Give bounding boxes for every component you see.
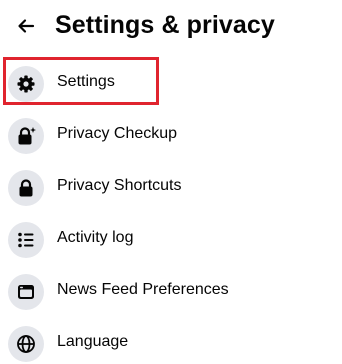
menu-item-label: News Feed Preferences xyxy=(57,281,229,298)
header: Settings & privacy xyxy=(0,0,342,52)
globe-icon xyxy=(8,326,44,362)
gear-icon xyxy=(8,66,44,102)
menu-item-label: Settings xyxy=(57,73,115,90)
menu-item-language[interactable]: Language xyxy=(0,316,342,364)
feed-icon xyxy=(8,274,44,310)
page-title: Settings & privacy xyxy=(55,11,275,39)
menu-item-label: Privacy Checkup xyxy=(57,125,178,142)
menu-item-activity-log[interactable]: Activity log xyxy=(0,212,342,264)
menu-item-settings[interactable]: Settings xyxy=(0,56,342,108)
lock-icon xyxy=(8,170,44,206)
menu-item-privacy-shortcuts[interactable]: Privacy Shortcuts xyxy=(0,160,342,212)
list-icon xyxy=(8,222,44,258)
menu-item-privacy-checkup[interactable]: Privacy Checkup xyxy=(0,108,342,160)
menu-item-label: Privacy Shortcuts xyxy=(57,177,182,194)
menu-item-label: Activity log xyxy=(57,229,134,246)
menu-item-label: Language xyxy=(57,333,129,350)
back-arrow-icon[interactable] xyxy=(12,12,40,40)
lock-sparkle-icon xyxy=(8,118,44,154)
menu-item-news-feed-preferences[interactable]: News Feed Preferences xyxy=(0,264,342,316)
